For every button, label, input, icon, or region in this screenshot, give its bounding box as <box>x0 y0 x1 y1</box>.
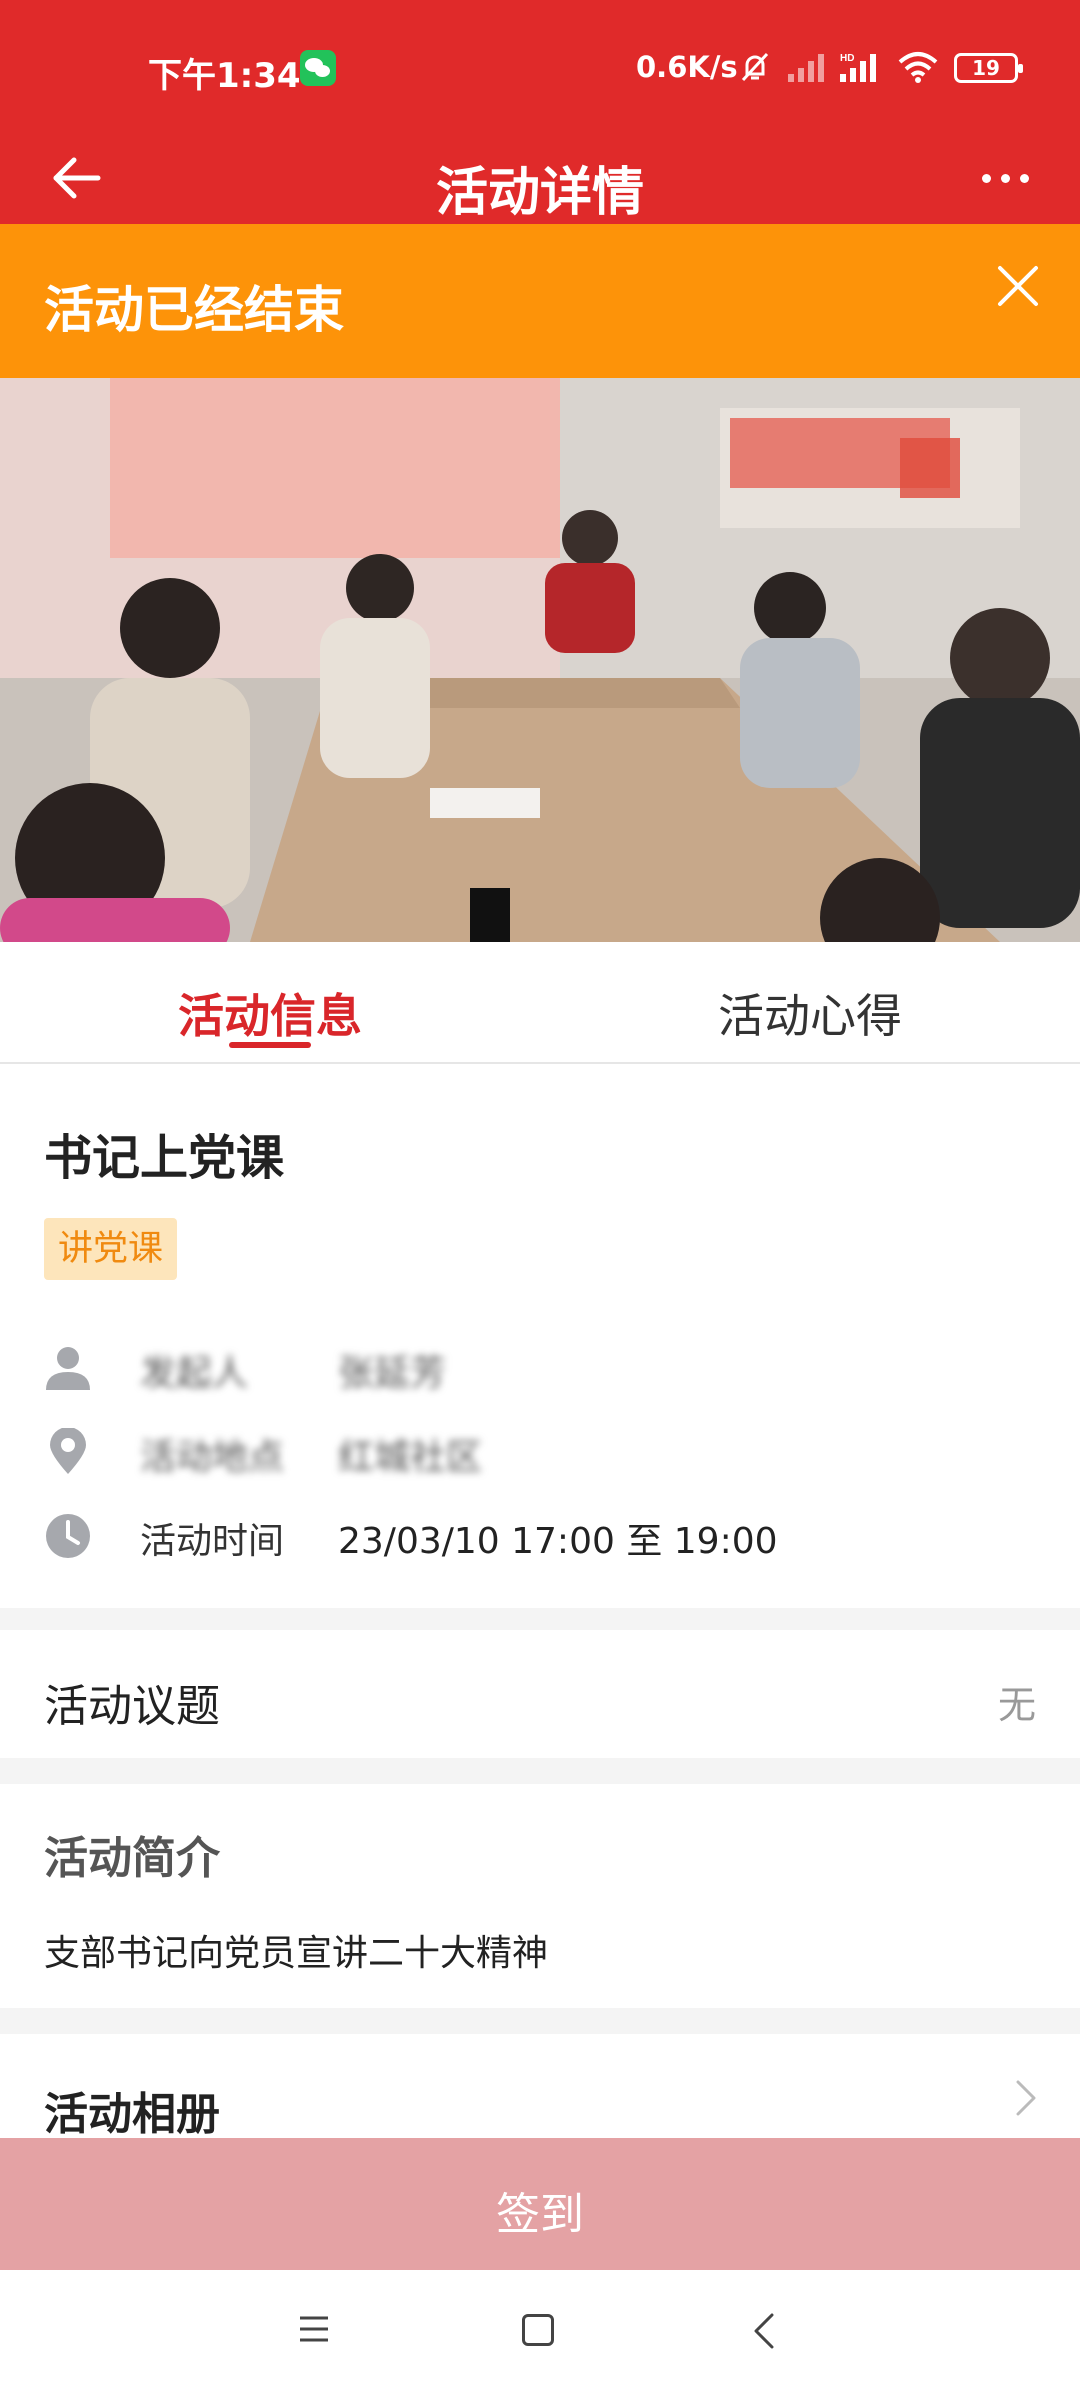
tab-activity-info[interactable]: 活动信息 <box>0 980 540 1046</box>
battery-level: 19 <box>972 56 1000 80</box>
activity-topic-section[interactable]: 活动议题 无 <box>0 1630 1080 1758</box>
location-value: 红城社区 <box>338 1437 483 1478</box>
network-speed: 0.6K/s <box>636 50 738 84</box>
location-label: 活动地点 <box>140 1437 285 1478</box>
more-options-icon[interactable] <box>982 160 1042 196</box>
location-row: 活动地点 红城社区 <box>44 1422 1044 1482</box>
home-icon[interactable] <box>522 2314 554 2346</box>
category-badge: 讲党课 <box>44 1218 178 1280</box>
meeting-photo-illustration <box>0 378 1080 942</box>
wifi-icon <box>898 52 938 83</box>
topic-label: 活动议题 <box>44 1681 220 1732</box>
activity-title: 书记上党课 <box>44 1130 285 1186</box>
wechat-notification-icon <box>300 50 336 86</box>
signal-sim2-icon: HD <box>840 53 876 82</box>
time-value: 23/03/10 17:00 至 19:00 <box>338 1521 778 1562</box>
mute-bell-icon <box>741 52 769 82</box>
person-icon <box>46 1347 90 1390</box>
checkin-label: 签到 <box>496 2189 584 2240</box>
system-nav-bar <box>0 2270 1080 2400</box>
page-title: 活动详情 <box>435 163 644 223</box>
intro-label: 活动简介 <box>44 1833 220 1884</box>
nav-back-icon[interactable] <box>752 2312 776 2350</box>
album-label: 活动相册 <box>44 2089 220 2140</box>
intro-text: 支部书记向党员宣讲二十大精神 <box>44 1933 549 1974</box>
location-pin-icon <box>50 1428 86 1474</box>
signal-sim1-icon <box>788 54 824 82</box>
chevron-right-icon <box>1016 2080 1036 2116</box>
close-icon[interactable] <box>992 260 1044 312</box>
time-label: 活动时间 <box>140 1521 285 1562</box>
banner-text: 活动已经结束 <box>44 281 344 339</box>
app-bar: 活动详情 <box>0 132 1080 224</box>
battery-icon: 19 <box>954 53 1023 83</box>
topic-value: 无 <box>997 1683 1036 1727</box>
svg-text:HD: HD <box>840 53 854 64</box>
activity-album-row[interactable]: 活动相册 <box>0 2034 1080 2144</box>
tab-activity-notes[interactable]: 活动心得 <box>540 980 1080 1046</box>
activity-ended-banner: 活动已经结束 <box>0 224 1080 378</box>
status-bar: 下午1:34 0.6K/s HD 19 <box>0 0 1080 132</box>
checkin-button[interactable]: 签到 <box>0 2138 1080 2270</box>
activity-info-card: 书记上党课 讲党课 发起人 张延芳 活动地点 红城社区 活动时间 23/03/1… <box>0 1064 1080 1608</box>
organizer-label: 发起人 <box>140 1353 249 1394</box>
time-row: 活动时间 23/03/10 17:00 至 19:00 <box>44 1506 1044 1566</box>
status-time: 下午1:34 <box>148 56 301 96</box>
active-tab-indicator <box>229 1042 311 1048</box>
recent-apps-icon[interactable] <box>298 2314 330 2344</box>
activity-photo <box>0 378 1080 942</box>
tab-bar: 活动信息 活动心得 <box>0 942 1080 1064</box>
activity-intro-section: 活动简介 支部书记向党员宣讲二十大精神 <box>0 1784 1080 2008</box>
organizer-value: 张延芳 <box>338 1353 447 1394</box>
organizer-row: 发起人 张延芳 <box>44 1338 1044 1398</box>
clock-icon <box>46 1514 90 1558</box>
